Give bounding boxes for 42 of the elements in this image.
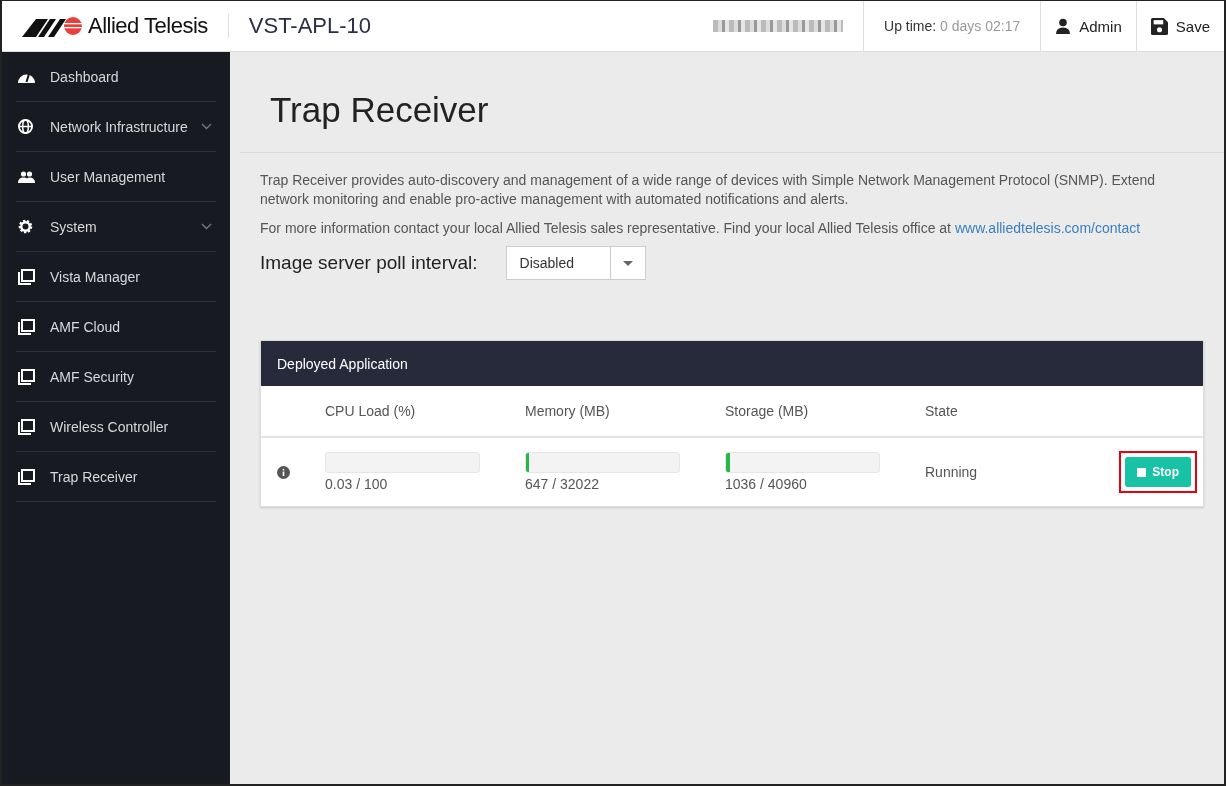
sidebar-item[interactable]: Network Infrastructure [16, 102, 216, 152]
sidebar-item[interactable]: Trap Receiver [16, 452, 216, 502]
stop-icon [1137, 467, 1147, 477]
windows-icon [18, 418, 35, 435]
globe-icon [18, 119, 33, 134]
uptime-value: 0 days 02:17 [940, 18, 1021, 34]
state-text: Running [925, 464, 979, 480]
contact-text: For more information contact your local Allied Telesis sales representative. Find your local Allied Telesis office at www.alliedtelesis.com/contact [260, 219, 1142, 238]
windows-icon [18, 468, 35, 485]
usage-reading: 647 / 32022 [525, 476, 600, 492]
usage-reading: 1036 / 40960 [725, 476, 808, 492]
windows-icon [18, 368, 35, 385]
poll-interval-label: Image server poll interval: [260, 252, 478, 274]
brand-name: Allied Telesis [88, 13, 208, 39]
column-header: CPU Load (%) [325, 403, 417, 419]
save-icon [1150, 17, 1168, 35]
sidebar-item[interactable]: Vista Manager [16, 252, 216, 302]
caret-icon [622, 260, 633, 266]
poll-interval-dropdown[interactable]: Disabled [505, 246, 646, 280]
user-icon [1055, 18, 1072, 34]
device-name: VST-APL-10 [247, 13, 372, 39]
page-title: Trap Receiver [240, 52, 1224, 153]
logo-icon [22, 15, 84, 37]
column-header: Storage (MB) [725, 403, 810, 419]
users-icon [18, 170, 35, 183]
windows-icon [18, 318, 35, 335]
uptime-label: Up time: [884, 18, 937, 34]
sidebar-item[interactable]: System [16, 202, 216, 252]
info-icon [277, 465, 290, 479]
sidebar-item[interactable]: AMF Security [16, 352, 216, 402]
panel-header: Deployed Application [261, 341, 1203, 386]
sidebar-item[interactable]: Dashboard [16, 52, 216, 102]
column-header: Memory (MB) [525, 403, 611, 419]
windows-icon [18, 268, 35, 285]
sidebar-item[interactable]: AMF Cloud [16, 302, 216, 352]
sidebar-item[interactable]: Wireless Controller [16, 402, 216, 452]
contact-link[interactable]: www.alliedtelesis.com/contact [954, 220, 1141, 236]
sidebar-item[interactable]: User Management [16, 152, 216, 202]
usage-reading: 0.03 / 100 [325, 476, 389, 492]
description-text: Trap Receiver provides auto-discovery and management of a wide range of devices with Simple Network Management Protocol (SNMP). Extend network monitoring and enable pro-active management with automated notifications and alerts. [260, 171, 1157, 209]
column-header: State [925, 403, 959, 419]
gear-icon [18, 219, 33, 234]
